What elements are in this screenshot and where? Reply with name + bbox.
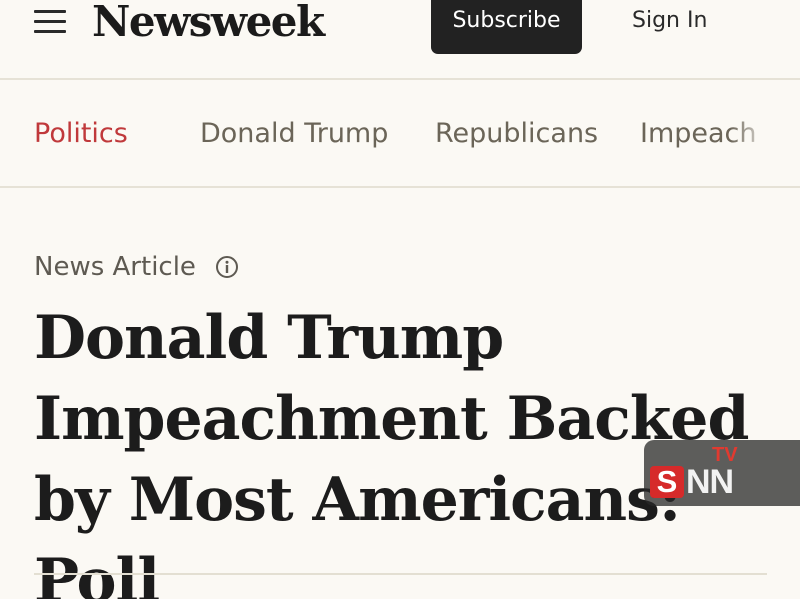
hamburger-line xyxy=(34,20,66,23)
watermark-s-letter: S xyxy=(650,466,684,498)
category-nav: Politics Donald Trump Republicans Impeac… xyxy=(0,80,800,188)
hamburger-line xyxy=(34,30,66,33)
nav-item-donald-trump[interactable]: Donald Trump xyxy=(200,114,388,154)
watermark-nn-text: NN xyxy=(686,463,734,501)
hamburger-menu-icon[interactable] xyxy=(34,10,66,34)
sign-in-link[interactable]: Sign In xyxy=(632,4,707,38)
site-logo[interactable]: Newsweek xyxy=(92,0,325,50)
divider xyxy=(34,573,767,575)
hamburger-line xyxy=(34,10,66,13)
nav-item-politics[interactable]: Politics xyxy=(34,114,128,154)
nav-scroll-fade xyxy=(730,80,800,186)
subscribe-button[interactable]: Subscribe xyxy=(431,0,582,54)
site-header: Newsweek Subscribe Sign In xyxy=(0,0,800,80)
nav-item-republicans[interactable]: Republicans xyxy=(435,114,598,154)
article-type-label: News Article xyxy=(34,252,196,282)
info-circle-icon[interactable] xyxy=(215,255,239,279)
